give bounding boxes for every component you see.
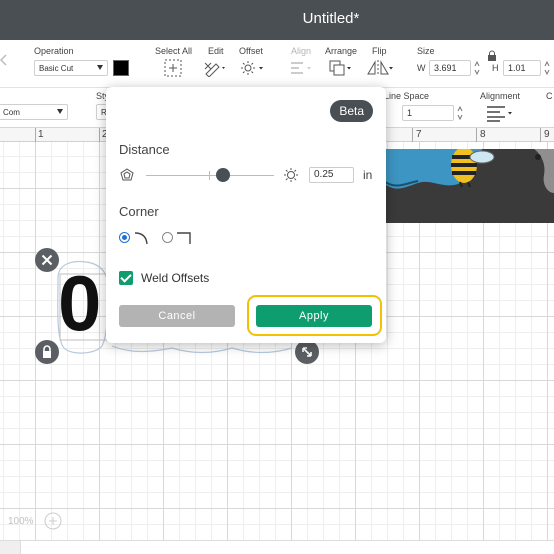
arrange-icon[interactable] xyxy=(328,59,354,77)
distance-input[interactable]: 0.25 xyxy=(309,167,354,183)
width-prefix: W xyxy=(417,63,426,73)
zoom-control: 100% xyxy=(0,510,70,534)
title-bar: Untitled* xyxy=(0,0,554,40)
chevron-down-icon xyxy=(97,65,103,70)
shrink-offset-icon[interactable] xyxy=(119,167,135,183)
height-input[interactable]: 1.01 xyxy=(503,60,541,76)
resize-icon xyxy=(302,347,312,357)
flip-icon[interactable] xyxy=(366,59,394,77)
ruler-number: 7 xyxy=(416,129,422,140)
edit-pencil-icon[interactable] xyxy=(203,59,227,77)
weld-offsets-label: Weld Offsets xyxy=(141,271,210,285)
offset-icon[interactable] xyxy=(240,60,266,76)
font-select[interactable]: Com xyxy=(0,104,68,120)
distance-unit: in xyxy=(363,168,373,182)
width-input[interactable]: 3.691 xyxy=(429,60,471,76)
font-value: Com xyxy=(3,108,20,117)
rounded-corner-icon xyxy=(134,232,148,245)
edit-label: Edit xyxy=(208,46,224,56)
distance-slider-track[interactable] xyxy=(146,175,274,176)
lock-handle[interactable] xyxy=(35,340,59,364)
operation-value: Basic Cut xyxy=(39,64,74,73)
zoom-value: 100% xyxy=(8,516,34,527)
edit-toolbar: Operation Basic Cut Select All Edit Offs… xyxy=(0,40,554,88)
flip-label: Flip xyxy=(372,46,387,56)
cancel-button[interactable]: Cancel xyxy=(119,305,235,327)
beta-badge: Beta xyxy=(330,100,373,122)
resize-handle[interactable] xyxy=(295,340,319,364)
operation-label: Operation xyxy=(34,46,74,56)
alignment-label: Alignment xyxy=(480,91,521,101)
height-stepper-icon[interactable] xyxy=(544,60,550,76)
apply-highlight-annotation xyxy=(247,295,382,336)
distance-slider-thumb[interactable] xyxy=(215,168,230,182)
operation-select[interactable]: Basic Cut xyxy=(34,60,108,76)
lock-icon xyxy=(43,345,51,358)
bottom-bar xyxy=(0,540,554,554)
size-label: Size xyxy=(417,46,435,56)
bee-illustration xyxy=(370,149,554,193)
line-space-label: Line Space xyxy=(384,91,430,101)
line-space-input[interactable]: 1 xyxy=(402,105,454,121)
zoom-in-icon[interactable] xyxy=(44,512,62,530)
align-icon[interactable] xyxy=(289,60,315,76)
close-icon xyxy=(41,254,53,266)
grow-offset-icon[interactable] xyxy=(283,167,299,183)
corner-rounded-radio[interactable] xyxy=(119,232,130,243)
corner-label: Corner xyxy=(119,204,159,219)
weld-offsets-checkbox[interactable] xyxy=(119,271,133,285)
select-all-label: Select All xyxy=(155,46,193,56)
distance-label: Distance xyxy=(119,142,170,157)
square-corner-icon xyxy=(177,232,191,244)
ruler-number: 1 xyxy=(38,129,44,140)
arrange-label: Arrange xyxy=(325,46,358,56)
back-arrow-icon[interactable] xyxy=(0,54,8,66)
ruler-number: 8 xyxy=(480,129,486,140)
offset-label: Offset xyxy=(239,46,263,56)
width-stepper-icon[interactable] xyxy=(474,60,480,76)
ruler-number: 9 xyxy=(544,129,550,140)
text-object[interactable]: 0 xyxy=(58,264,101,342)
window-title: Untitled* xyxy=(302,10,360,27)
select-all-icon[interactable] xyxy=(164,59,182,77)
chevron-down-icon xyxy=(57,109,63,114)
line-space-stepper-icon[interactable] xyxy=(457,105,463,121)
text-align-icon[interactable] xyxy=(486,104,514,122)
delete-handle[interactable] xyxy=(35,248,59,272)
bee-image[interactable] xyxy=(370,149,554,223)
partial-label: C xyxy=(546,91,553,101)
horizontal-scrollbar[interactable] xyxy=(20,541,554,554)
align-label: Align xyxy=(291,46,312,56)
height-prefix: H xyxy=(492,63,499,73)
lock-icon[interactable] xyxy=(487,50,497,62)
corner-square-radio[interactable] xyxy=(162,232,173,243)
slider-center-tick xyxy=(209,171,210,180)
color-swatch[interactable] xyxy=(113,60,129,76)
